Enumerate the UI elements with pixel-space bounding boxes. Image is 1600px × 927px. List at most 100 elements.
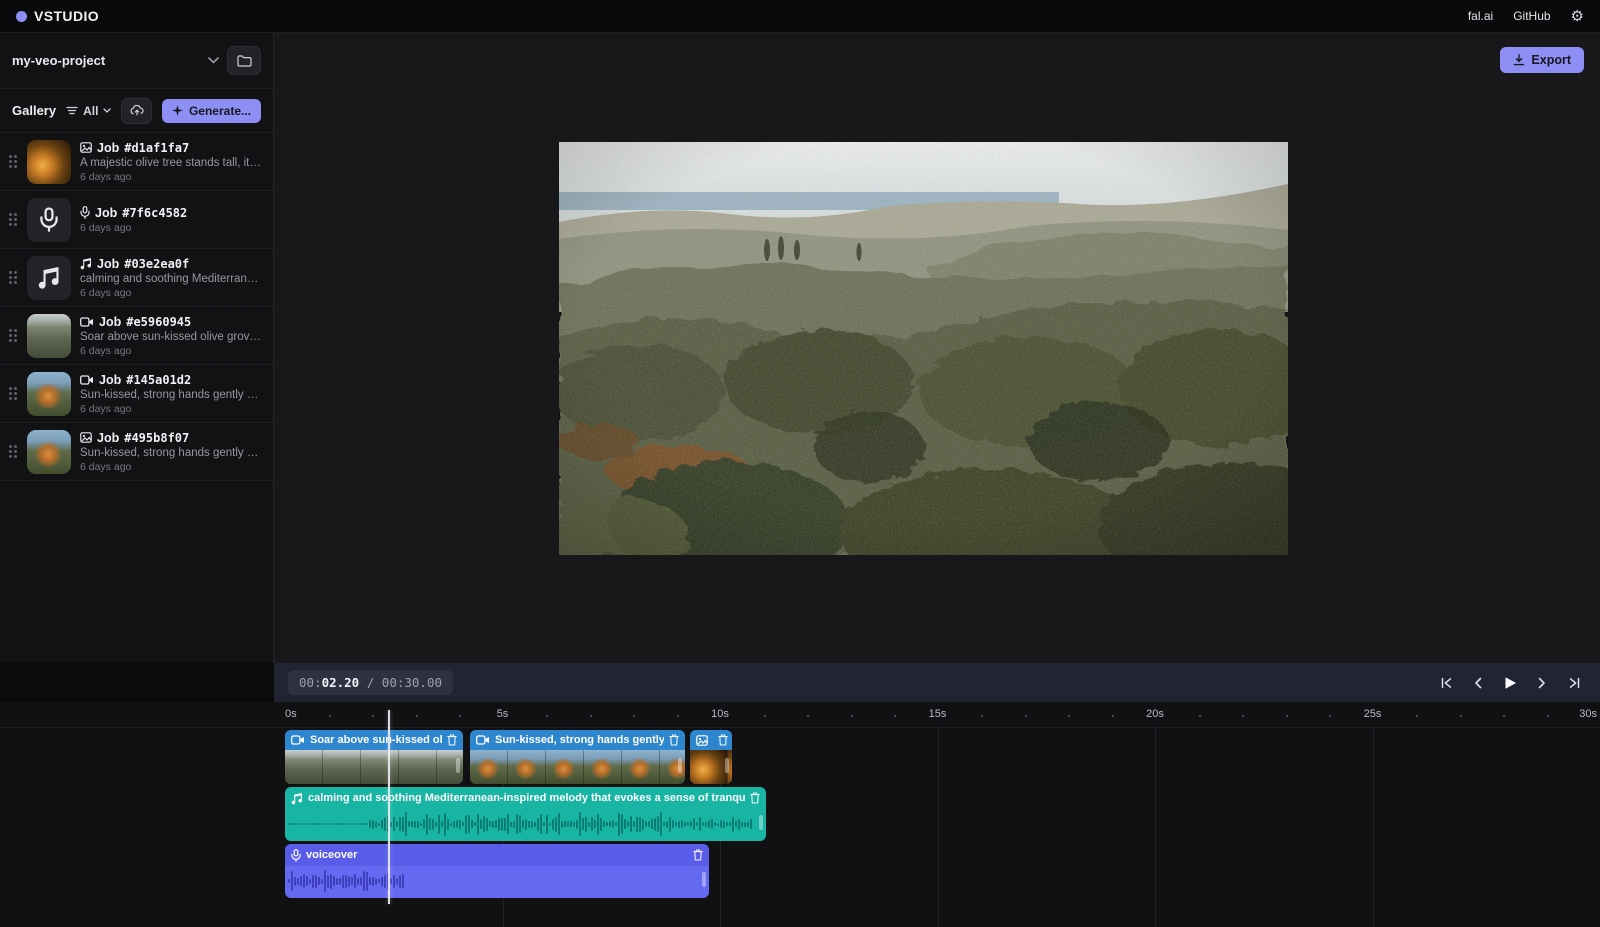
settings-gear-icon[interactable]: ⚙ bbox=[1571, 9, 1584, 24]
delete-clip-button[interactable] bbox=[693, 849, 703, 861]
filmstrip-frame bbox=[470, 750, 508, 784]
filmstrip-frame bbox=[361, 750, 399, 784]
waveform-bar bbox=[333, 876, 335, 886]
waveform-bar bbox=[705, 822, 707, 827]
waveform-bar bbox=[342, 823, 344, 825]
ruler-tick bbox=[894, 715, 896, 717]
clip-resize-handle[interactable] bbox=[678, 758, 682, 773]
waveform-bar bbox=[624, 819, 626, 829]
waveform-bar bbox=[393, 875, 395, 888]
waveform-bar bbox=[603, 821, 605, 827]
video-track-clip[interactable]: Soar above sun-kissed olive bbox=[285, 730, 463, 784]
job-id: #e5960945 bbox=[126, 315, 191, 329]
job-list-item[interactable]: Job#d1af1fa7A majestic olive tree stands… bbox=[0, 133, 273, 191]
job-list-item[interactable]: Job#03e2ea0fcalming and soothing Mediter… bbox=[0, 249, 273, 307]
waveform-bar bbox=[321, 823, 323, 825]
filter-dropdown[interactable]: All bbox=[66, 104, 111, 118]
link-fal-ai[interactable]: fal.ai bbox=[1468, 9, 1493, 23]
clip-resize-handle[interactable] bbox=[725, 758, 729, 773]
job-timestamp: 6 days ago bbox=[80, 403, 263, 415]
job-list: Job#d1af1fa7A majestic olive tree stands… bbox=[0, 133, 273, 481]
waveform-bar bbox=[579, 812, 581, 836]
voiceover-track-clip[interactable]: voiceover bbox=[285, 844, 709, 898]
upload-button[interactable] bbox=[121, 98, 152, 124]
waveform-bar bbox=[558, 813, 560, 835]
project-chevron-down-icon[interactable] bbox=[208, 57, 219, 64]
delete-clip-button[interactable] bbox=[718, 734, 728, 746]
waveform-bar bbox=[687, 822, 689, 826]
waveform-bar bbox=[480, 819, 482, 829]
job-timestamp: 6 days ago bbox=[80, 171, 263, 183]
preview-area: Export bbox=[274, 33, 1600, 663]
clip-label: calming and soothing Mediterranean-inspi… bbox=[308, 792, 745, 804]
ruler-tick bbox=[633, 715, 635, 717]
music-track-clip[interactable]: calming and soothing Mediterranean-inspi… bbox=[285, 787, 766, 841]
waveform-bar bbox=[360, 823, 362, 825]
drag-handle-icon[interactable] bbox=[8, 212, 18, 227]
clip-waveform bbox=[285, 809, 766, 839]
timeline-ruler[interactable]: 0s5s10s15s20s25s30s bbox=[0, 702, 1600, 728]
waveform-bar bbox=[528, 821, 530, 828]
waveform-bar bbox=[714, 822, 716, 826]
clip-resize-handle[interactable] bbox=[456, 758, 460, 773]
job-id: #03e2ea0f bbox=[124, 257, 189, 271]
delete-clip-button[interactable] bbox=[750, 792, 760, 804]
waveform-bar bbox=[294, 823, 296, 825]
waveform-bar bbox=[690, 821, 692, 827]
playhead[interactable] bbox=[388, 710, 390, 904]
clip-resize-handle[interactable] bbox=[759, 815, 763, 830]
export-button[interactable]: Export bbox=[1500, 47, 1584, 73]
timeline[interactable]: 0s5s10s15s20s25s30s Soar above sun-kisse… bbox=[0, 702, 1600, 927]
waveform-bar bbox=[675, 822, 677, 826]
drag-handle-icon[interactable] bbox=[8, 154, 18, 169]
waveform-bar bbox=[636, 817, 638, 832]
play-button[interactable] bbox=[1498, 671, 1522, 695]
step-forward-button[interactable] bbox=[1530, 671, 1554, 695]
waveform-bar bbox=[351, 823, 353, 825]
waveform-bar bbox=[477, 814, 479, 835]
job-list-item[interactable]: Job#e5960945Soar above sun-kissed olive … bbox=[0, 307, 273, 365]
drag-handle-icon[interactable] bbox=[8, 328, 18, 343]
waveform-bar bbox=[390, 822, 392, 827]
job-timestamp: 6 days ago bbox=[80, 222, 263, 234]
waveform-bar bbox=[708, 820, 710, 828]
waveform-bar bbox=[321, 879, 323, 884]
waveform-bar bbox=[345, 875, 347, 888]
waveform-bar bbox=[426, 814, 428, 835]
skip-to-start-button[interactable] bbox=[1434, 671, 1458, 695]
job-list-item[interactable]: Job#145a01d2Sun-kissed, strong hands gen… bbox=[0, 365, 273, 423]
drag-handle-icon[interactable] bbox=[8, 386, 18, 401]
clip-resize-handle[interactable] bbox=[702, 872, 706, 887]
job-id: #7f6c4582 bbox=[122, 206, 187, 220]
job-list-item[interactable]: Job #7f6c4582 6 days ago bbox=[0, 191, 273, 249]
ruler-tick bbox=[590, 715, 592, 717]
video-preview[interactable] bbox=[559, 142, 1288, 555]
step-back-button[interactable] bbox=[1466, 671, 1490, 695]
waveform-bar bbox=[357, 823, 359, 825]
link-github[interactable]: GitHub bbox=[1513, 9, 1550, 23]
open-project-button[interactable] bbox=[227, 46, 261, 75]
ruler-tick bbox=[1416, 715, 1418, 717]
video-track-clip[interactable]: A bbox=[690, 730, 732, 784]
waveform-bar bbox=[474, 822, 476, 826]
skip-to-end-button[interactable] bbox=[1562, 671, 1586, 695]
waveform-bar bbox=[339, 823, 341, 825]
job-prefix: Job bbox=[95, 206, 117, 220]
waveform-bar bbox=[471, 820, 473, 828]
waveform-bar bbox=[312, 823, 314, 825]
waveform-bar bbox=[354, 823, 356, 825]
waveform-bar bbox=[378, 823, 380, 826]
delete-clip-button[interactable] bbox=[447, 734, 457, 746]
ruler-tick bbox=[981, 715, 983, 717]
job-description: Soar above sun-kissed olive groves,… bbox=[80, 331, 263, 343]
delete-clip-button[interactable] bbox=[669, 734, 679, 746]
job-list-item[interactable]: Job#495b8f07Sun-kissed, strong hands gen… bbox=[0, 423, 273, 481]
drag-handle-icon[interactable] bbox=[8, 444, 18, 459]
video-track-clip[interactable]: Sun-kissed, strong hands gently plu bbox=[470, 730, 685, 784]
job-thumbnail bbox=[27, 198, 71, 242]
time-display: 00:02.20 / 00:30.00 bbox=[288, 670, 453, 695]
logo-dot-icon bbox=[16, 11, 27, 22]
waveform-bar bbox=[657, 816, 659, 832]
drag-handle-icon[interactable] bbox=[8, 270, 18, 285]
generate-button[interactable]: Generate... bbox=[162, 99, 261, 123]
